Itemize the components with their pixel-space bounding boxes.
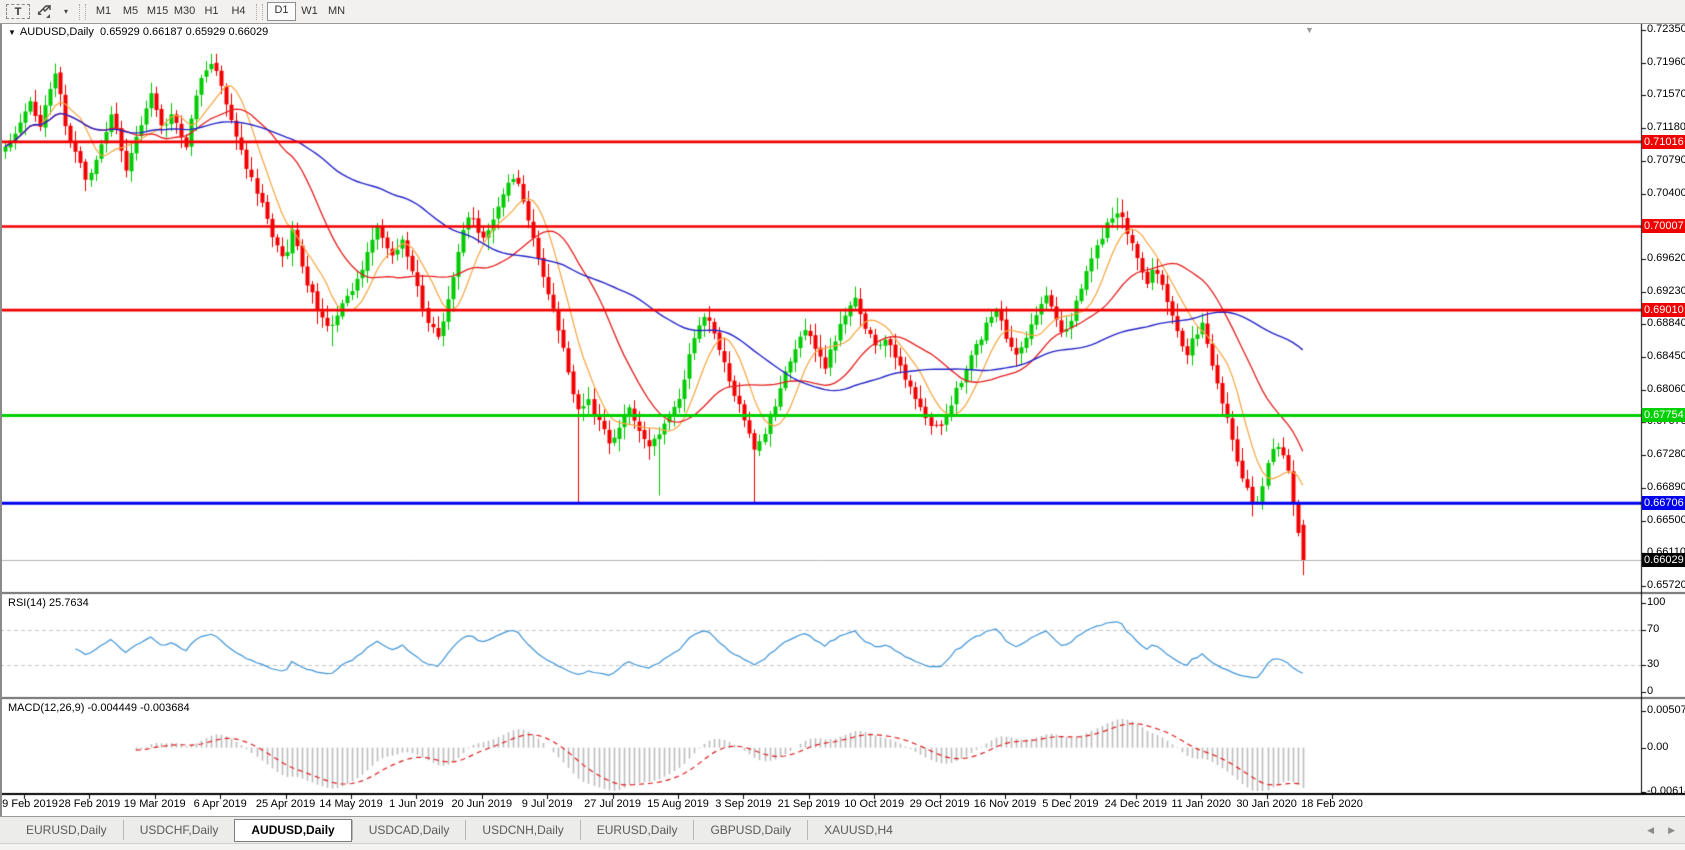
- price-axis-tick: 0.71960: [1647, 56, 1685, 68]
- chart-tab-usdchf-daily[interactable]: USDCHF,Daily: [123, 820, 235, 840]
- text-tool-button[interactable]: T: [6, 4, 30, 19]
- date-axis-label: 29 Oct 2019: [910, 798, 970, 810]
- chart-title: ▼ AUDUSD,Daily 0.65929 0.66187 0.65929 0.…: [8, 26, 268, 38]
- current-price-badge: 0.66029: [1642, 553, 1685, 567]
- date-axis-label: 27 Jul 2019: [584, 798, 641, 810]
- timeframe-button-m30[interactable]: M30: [171, 3, 198, 20]
- level-price-badge: 0.67754: [1642, 408, 1685, 422]
- chart-tab-eurusd-daily[interactable]: EURUSD,Daily: [10, 820, 123, 840]
- chart-tab-usdcnh-daily[interactable]: USDCNH,Daily: [465, 820, 579, 840]
- rsi-axis-tick: 70: [1647, 623, 1659, 635]
- date-axis-label: 19 Mar 2019: [124, 798, 186, 810]
- price-axis-tick: 0.66500: [1647, 514, 1685, 526]
- price-chart-canvas[interactable]: [0, 0, 1685, 850]
- date-axis-label: 16 Nov 2019: [974, 798, 1036, 810]
- price-axis-tick: 0.72350: [1647, 23, 1685, 35]
- date-axis-label: 14 May 2019: [319, 798, 383, 810]
- date-axis-label: 25 Apr 2019: [256, 798, 315, 810]
- price-axis-tick: 0.68450: [1647, 350, 1685, 362]
- price-axis-tick: 0.69620: [1647, 252, 1685, 264]
- macd-axis-tick: 0.00: [1647, 741, 1668, 753]
- timeframe-button-w1[interactable]: W1: [296, 3, 323, 20]
- date-axis-label: 6 Apr 2019: [194, 798, 247, 810]
- price-axis-tick: 0.69230: [1647, 285, 1685, 297]
- price-axis-tick: 0.70790: [1647, 154, 1685, 166]
- rsi-label: RSI(14) 25.7634: [8, 597, 89, 609]
- price-axis-tick: 0.70400: [1647, 187, 1685, 199]
- timeframe-button-m1[interactable]: M1: [90, 3, 117, 20]
- price-axis-tick: 0.67280: [1647, 448, 1685, 460]
- price-axis-tick: 0.66890: [1647, 481, 1685, 493]
- date-axis-label: 10 Oct 2019: [844, 798, 904, 810]
- chart-tab-gbpusd-daily[interactable]: GBPUSD,Daily: [693, 820, 807, 840]
- rsi-axis-tick: 0: [1647, 685, 1653, 697]
- rsi-axis-tick: 30: [1647, 658, 1659, 670]
- date-axis-label: 9 Feb 2019: [2, 798, 58, 810]
- timeframe-button-m5[interactable]: M5: [117, 3, 144, 20]
- date-axis-label: 15 Aug 2019: [647, 798, 709, 810]
- macd-label: MACD(12,26,9) -0.004449 -0.003684: [8, 702, 190, 714]
- timeframe-button-m15[interactable]: M15: [144, 3, 171, 20]
- price-axis-tick: 0.71180: [1647, 121, 1685, 133]
- rsi-axis-tick: 100: [1647, 596, 1665, 608]
- price-axis-tick: 0.71570: [1647, 88, 1685, 100]
- date-axis-label: 9 Jul 2019: [522, 798, 573, 810]
- chart-shift-marker[interactable]: ▼: [1305, 25, 1314, 35]
- chart-tab-bar: EURUSD,DailyUSDCHF,DailyAUDUSD,DailyUSDC…: [0, 816, 1685, 843]
- date-axis-label: 20 Jun 2019: [452, 798, 513, 810]
- date-axis-label: 3 Sep 2019: [715, 798, 771, 810]
- mt4-window: T ▾ M1M5M15M30H1H4 D1W1MN ▼ AUDUSD,Daily 0…: [0, 0, 1685, 850]
- level-price-badge: 0.69010: [1642, 303, 1685, 317]
- price-axis-tick: 0.68060: [1647, 383, 1685, 395]
- window-left-edge: [0, 23, 2, 816]
- tab-scroll-right-icon[interactable]: ▶: [1668, 825, 1675, 836]
- date-axis-label: 24 Dec 2019: [1105, 798, 1167, 810]
- indicators-button[interactable]: [32, 3, 56, 21]
- date-axis-label: 30 Jan 2020: [1236, 798, 1297, 810]
- toolbar: T ▾ M1M5M15M30H1H4 D1W1MN: [0, 0, 1685, 24]
- toolbar-separator: [79, 4, 86, 20]
- chart-tab-audusd-daily[interactable]: AUDUSD,Daily: [234, 819, 351, 842]
- chart-tab-eurusd-daily[interactable]: EURUSD,Daily: [580, 820, 694, 840]
- price-axis-tick: 0.68840: [1647, 317, 1685, 329]
- date-axis-label: 18 Feb 2020: [1301, 798, 1363, 810]
- level-price-badge: 0.70007: [1642, 219, 1685, 233]
- ohlc-values: 0.65929 0.66187 0.65929 0.66029: [100, 26, 268, 38]
- indicators-icon: [36, 5, 52, 19]
- chart-tab-xauusd-h4[interactable]: XAUUSD,H4: [807, 820, 909, 840]
- level-price-badge: 0.71016: [1642, 135, 1685, 149]
- date-axis-label: 1 Jun 2019: [389, 798, 443, 810]
- price-axis-tick: 0.65720: [1647, 579, 1685, 591]
- date-axis-label: 28 Feb 2019: [59, 798, 121, 810]
- date-axis-label: 5 Dec 2019: [1042, 798, 1098, 810]
- indicators-dropdown-caret[interactable]: ▾: [60, 3, 72, 21]
- macd-axis-tick: 0.005076: [1647, 704, 1685, 716]
- collapse-triangle-icon[interactable]: ▼: [8, 28, 16, 37]
- date-axis-label: 11 Jan 2020: [1171, 798, 1231, 810]
- toolbar-separator: [256, 4, 263, 20]
- status-strip: [0, 843, 1685, 850]
- timeframe-button-h4[interactable]: H4: [225, 3, 252, 20]
- chart-tab-usdcad-daily[interactable]: USDCAD,Daily: [352, 820, 466, 840]
- symbol-period-label: AUDUSD,Daily: [20, 26, 94, 38]
- macd-axis-tick: -0.006148: [1647, 785, 1685, 797]
- level-price-badge: 0.66706: [1642, 496, 1685, 510]
- timeframe-button-d1[interactable]: D1: [267, 2, 296, 21]
- tab-scroll-left-icon[interactable]: ◀: [1647, 825, 1654, 836]
- timeframe-button-h1[interactable]: H1: [198, 3, 225, 20]
- date-axis-label: 21 Sep 2019: [778, 798, 840, 810]
- timeframe-button-mn[interactable]: MN: [323, 3, 350, 20]
